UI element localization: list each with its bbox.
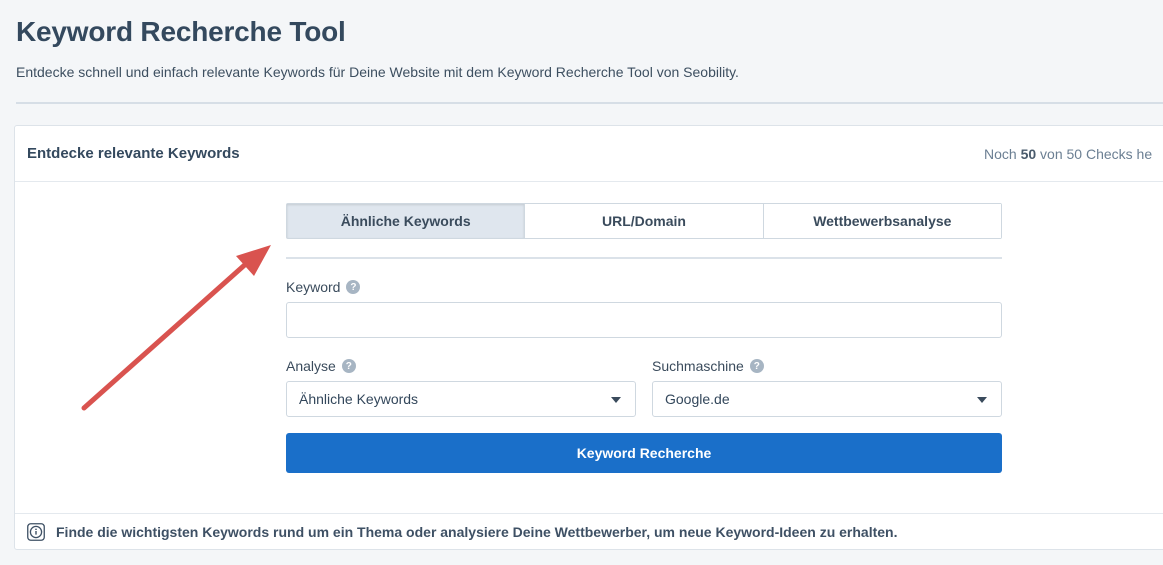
caret-down-icon bbox=[611, 397, 621, 403]
keyword-label-text: Keyword bbox=[286, 279, 341, 295]
analyse-select-value: Ähnliche Keywords bbox=[299, 391, 419, 407]
page-subtitle: Entdecke schnell und einfach relevante K… bbox=[16, 64, 739, 80]
keyword-research-button[interactable]: Keyword Recherche bbox=[286, 433, 1002, 473]
checks-remaining: Noch 50 von 50 Checks he bbox=[984, 146, 1152, 162]
checks-suffix: von 50 Checks he bbox=[1036, 146, 1153, 162]
help-icon[interactable]: ? bbox=[341, 359, 356, 373]
analyse-label: Analyse ? bbox=[286, 358, 356, 374]
analysis-tabs: Ähnliche Keywords URL/Domain Wettbewerbs… bbox=[286, 203, 1002, 239]
keyword-research-card: Entdecke relevante Keywords Noch 50 von … bbox=[14, 125, 1163, 550]
card-title: Entdecke relevante Keywords bbox=[27, 145, 240, 162]
form-divider bbox=[286, 257, 1002, 259]
analyse-label-text: Analyse bbox=[286, 358, 336, 374]
card-header: Entdecke relevante Keywords Noch 50 von … bbox=[15, 126, 1163, 182]
analyse-select[interactable]: Ähnliche Keywords bbox=[286, 381, 636, 417]
help-icon[interactable]: ? bbox=[346, 280, 361, 294]
tab-aehnliche-keywords[interactable]: Ähnliche Keywords bbox=[287, 204, 526, 238]
engine-select-value: Google.de bbox=[665, 391, 730, 407]
engine-label: Suchmaschine ? bbox=[652, 358, 764, 374]
caret-down-icon bbox=[977, 397, 987, 403]
title-divider bbox=[16, 102, 1163, 104]
tab-wettbewerbsanalyse[interactable]: Wettbewerbsanalyse bbox=[763, 204, 1001, 238]
info-text: Finde die wichtigsten Keywords rund um e… bbox=[56, 524, 898, 540]
checks-prefix: Noch bbox=[984, 146, 1021, 162]
engine-label-text: Suchmaschine bbox=[652, 358, 744, 374]
checks-count: 50 bbox=[1020, 146, 1037, 162]
tab-url-domain[interactable]: URL/Domain bbox=[525, 204, 764, 238]
info-bar: Finde die wichtigsten Keywords rund um e… bbox=[15, 513, 1163, 550]
page-title: Keyword Recherche Tool bbox=[16, 16, 346, 47]
keyword-label: Keyword ? bbox=[286, 279, 361, 295]
info-circle-icon bbox=[27, 523, 45, 541]
search-engine-select[interactable]: Google.de bbox=[652, 381, 1002, 417]
help-icon[interactable]: ? bbox=[749, 359, 764, 373]
keyword-input[interactable] bbox=[286, 302, 1002, 338]
